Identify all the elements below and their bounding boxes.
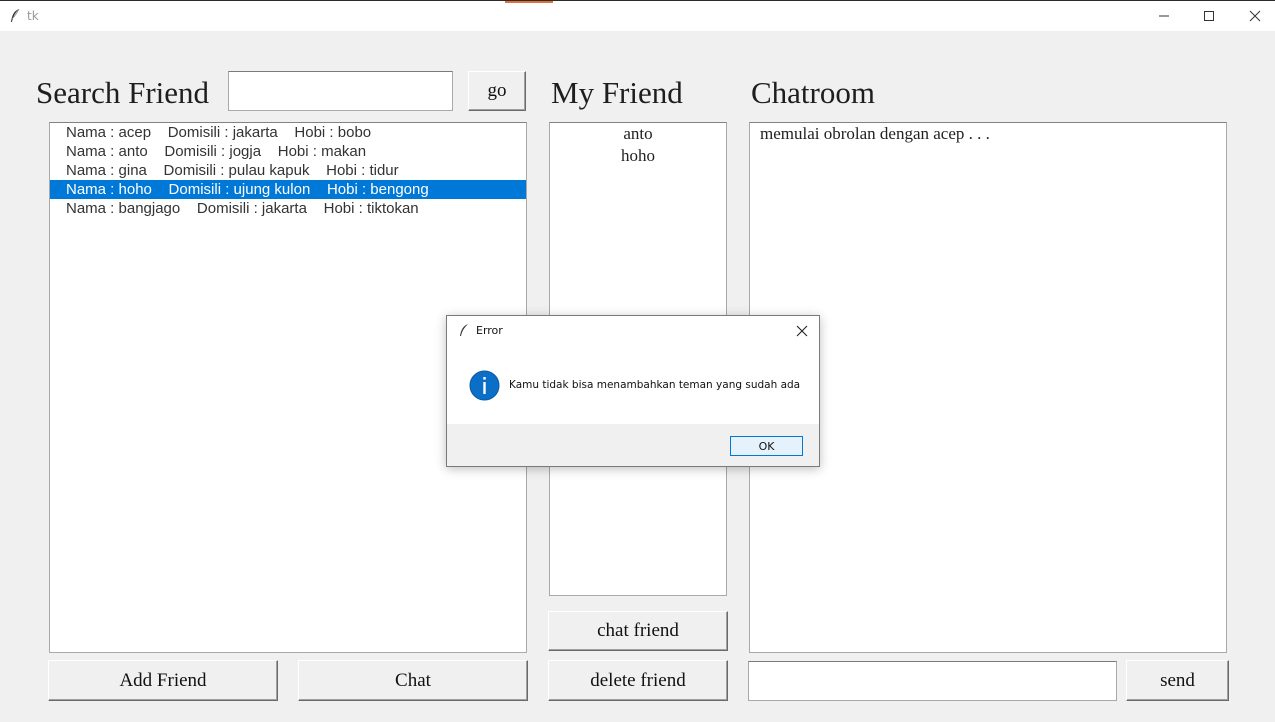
close-icon bbox=[1249, 10, 1261, 22]
minimize-icon bbox=[1159, 15, 1169, 17]
friend-item[interactable]: hoho bbox=[550, 145, 726, 167]
dialog-close-button[interactable] bbox=[791, 320, 813, 342]
feather-icon bbox=[11, 8, 20, 22]
dialog-footer: OK bbox=[447, 424, 819, 466]
dialog-title: Error bbox=[476, 324, 503, 337]
info-icon bbox=[469, 370, 500, 401]
chatroom-heading: Chatroom bbox=[751, 75, 875, 110]
chat-message: memulai obrolan dengan acep . . . bbox=[760, 124, 990, 143]
friend-item[interactable]: anto bbox=[550, 123, 726, 145]
chatroom-log[interactable]: memulai obrolan dengan acep . . . bbox=[749, 122, 1227, 653]
window-titlebar: tk bbox=[0, 0, 1275, 31]
close-button[interactable] bbox=[1232, 1, 1275, 31]
error-dialog: Error Kamu tidak bisa menambahkan teman … bbox=[446, 315, 820, 467]
list-item[interactable]: Nama : anto Domisili : jogja Hobi : maka… bbox=[50, 142, 526, 161]
maximize-icon bbox=[1204, 11, 1214, 21]
chat-button[interactable]: Chat bbox=[298, 660, 528, 701]
list-item[interactable]: Nama : gina Domisili : pulau kapuk Hobi … bbox=[50, 161, 526, 180]
my-friend-heading: My Friend bbox=[551, 75, 683, 110]
list-item[interactable]: Nama : bangjago Domisili : jakarta Hobi … bbox=[50, 199, 526, 218]
message-input[interactable] bbox=[748, 661, 1117, 701]
feather-icon bbox=[460, 324, 468, 336]
window-title: tk bbox=[27, 9, 39, 23]
add-friend-button[interactable]: Add Friend bbox=[48, 660, 278, 701]
ok-button[interactable]: OK bbox=[730, 436, 803, 456]
chat-friend-button[interactable]: chat friend bbox=[548, 611, 728, 651]
minimize-button[interactable] bbox=[1141, 1, 1187, 31]
search-input[interactable] bbox=[228, 71, 453, 111]
go-button[interactable]: go bbox=[468, 71, 526, 111]
titlebar-accent bbox=[505, 1, 553, 3]
search-friend-heading: Search Friend bbox=[36, 75, 210, 110]
maximize-button[interactable] bbox=[1186, 1, 1232, 31]
close-icon bbox=[796, 325, 808, 337]
list-item[interactable]: Nama : acep Domisili : jakarta Hobi : bo… bbox=[50, 123, 526, 142]
dialog-message: Kamu tidak bisa menambahkan teman yang s… bbox=[509, 379, 801, 391]
list-item-selected[interactable]: Nama : hoho Domisili : ujung kulon Hobi … bbox=[50, 180, 526, 199]
send-button[interactable]: send bbox=[1126, 660, 1229, 701]
delete-friend-button[interactable]: delete friend bbox=[548, 660, 728, 701]
